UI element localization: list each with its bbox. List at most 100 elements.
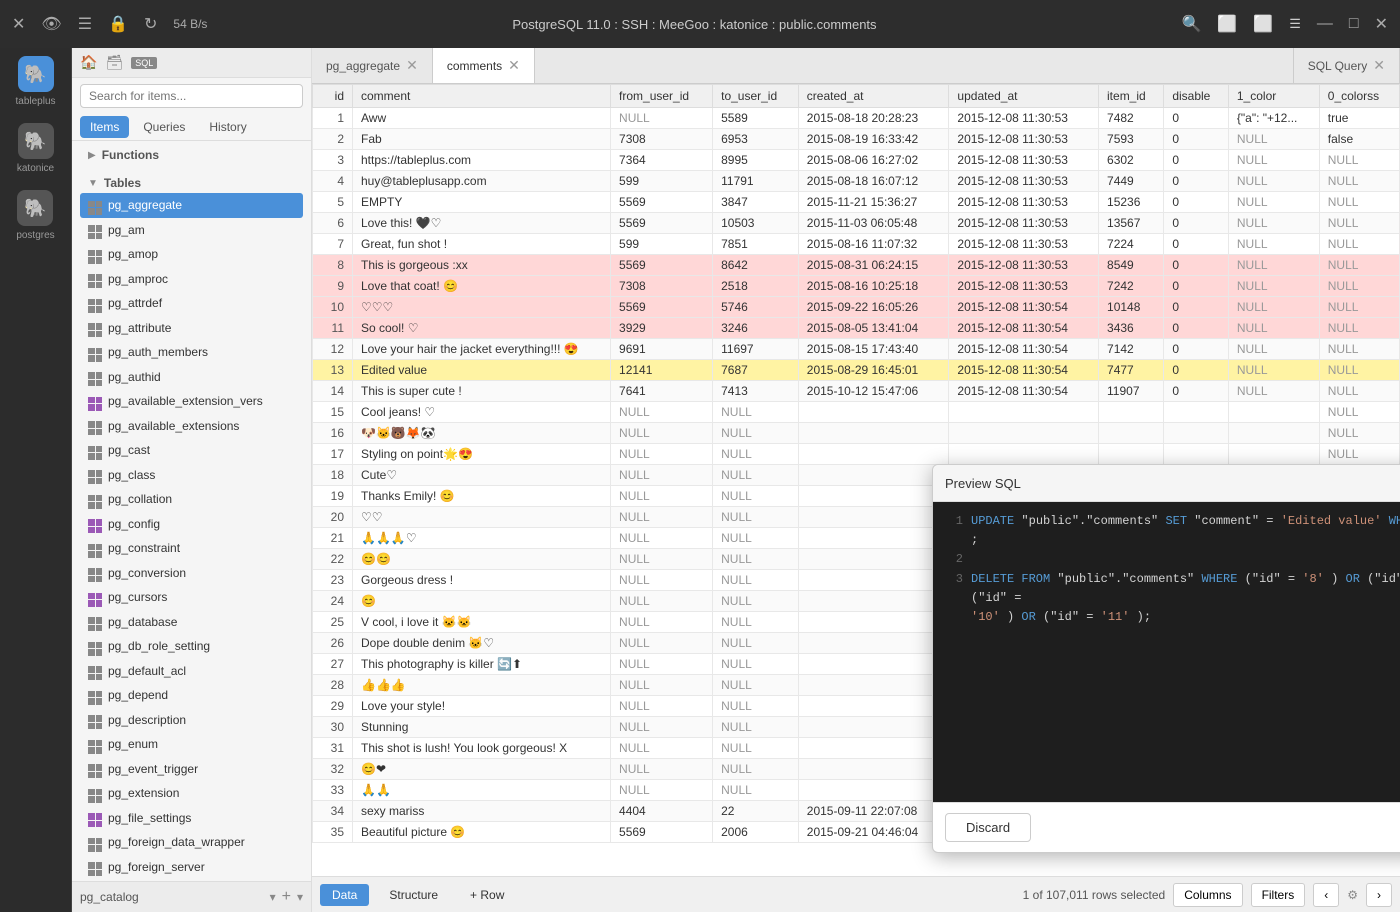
- table-cell[interactable]: 😊: [353, 591, 611, 612]
- table-cell[interactable]: [1228, 423, 1319, 444]
- table-cell[interactable]: NULL: [713, 444, 799, 465]
- home-icon[interactable]: 🏠: [80, 54, 97, 71]
- table-cell[interactable]: [798, 696, 949, 717]
- table-cell[interactable]: 0: [1164, 255, 1229, 276]
- tab-add-row[interactable]: + Row: [458, 884, 516, 906]
- table-cell[interactable]: [798, 675, 949, 696]
- table-cell[interactable]: 10503: [713, 213, 799, 234]
- table-cell[interactable]: NULL: [713, 633, 799, 654]
- table-cell[interactable]: [949, 444, 1099, 465]
- table-row[interactable]: 15Cool jeans! ♡NULLNULLNULL: [313, 402, 1400, 423]
- add-icon[interactable]: +: [282, 888, 291, 906]
- table-item-pg_conversion[interactable]: pg_conversion: [80, 561, 303, 586]
- table-cell[interactable]: NULL: [1228, 192, 1319, 213]
- table-cell[interactable]: [798, 549, 949, 570]
- discard-button[interactable]: Discard: [945, 813, 1031, 842]
- table-cell[interactable]: NULL: [1319, 150, 1399, 171]
- table-cell[interactable]: 24: [313, 591, 353, 612]
- table-cell[interactable]: 2015-08-16 11:07:32: [798, 234, 949, 255]
- table-cell[interactable]: 2: [313, 129, 353, 150]
- table-cell[interactable]: NULL: [1319, 318, 1399, 339]
- table-cell[interactable]: true: [1319, 108, 1399, 129]
- table-cell[interactable]: 2015-12-08 11:30:53: [949, 108, 1099, 129]
- table-cell[interactable]: [798, 486, 949, 507]
- table-cell[interactable]: [1099, 444, 1164, 465]
- table-cell[interactable]: 0: [1164, 171, 1229, 192]
- table-cell[interactable]: [798, 507, 949, 528]
- table-cell[interactable]: [798, 570, 949, 591]
- table-cell[interactable]: 7308: [611, 129, 713, 150]
- table-cell[interactable]: 5569: [611, 192, 713, 213]
- table-cell[interactable]: 2015-12-08 11:30:54: [949, 381, 1099, 402]
- tab-comments[interactable]: comments ✕: [433, 48, 535, 83]
- tab-structure[interactable]: Structure: [377, 884, 450, 906]
- table-cell[interactable]: Love your hair the jacket everything!!! …: [353, 339, 611, 360]
- table-cell[interactable]: NULL: [1228, 297, 1319, 318]
- table-item-pg_file_settings[interactable]: pg_file_settings: [80, 806, 303, 831]
- table-cell[interactable]: 25: [313, 612, 353, 633]
- table-cell[interactable]: 12: [313, 339, 353, 360]
- sql-editor[interactable]: 1 UPDATE "public"."comments" SET "commen…: [933, 502, 1400, 802]
- table-cell[interactable]: NULL: [611, 780, 713, 801]
- table-cell[interactable]: 8642: [713, 255, 799, 276]
- table-cell[interactable]: Gorgeous dress !: [353, 570, 611, 591]
- table-cell[interactable]: 35: [313, 822, 353, 843]
- table-item-pg_am[interactable]: pg_am: [80, 218, 303, 243]
- col-header-updated_at[interactable]: updated_at: [949, 85, 1099, 108]
- table-cell[interactable]: Fab: [353, 129, 611, 150]
- col-header-item_id[interactable]: item_id: [1099, 85, 1164, 108]
- table-cell[interactable]: 0: [1164, 129, 1229, 150]
- table-cell[interactable]: 7224: [1099, 234, 1164, 255]
- table-cell[interactable]: Beautiful picture 😊: [353, 822, 611, 843]
- table-item-pg_attribute[interactable]: pg_attribute: [80, 316, 303, 341]
- table-item-pg_extension[interactable]: pg_extension: [80, 781, 303, 806]
- table-cell[interactable]: 2015-08-18 20:28:23: [798, 108, 949, 129]
- table-row[interactable]: 4huy@tableplusapp.com599117912015-08-18 …: [313, 171, 1400, 192]
- table-row[interactable]: 14This is super cute !764174132015-10-12…: [313, 381, 1400, 402]
- table-cell[interactable]: NULL: [1228, 318, 1319, 339]
- table-cell[interactable]: 0: [1164, 192, 1229, 213]
- menu-label[interactable]: ☰: [1289, 16, 1301, 32]
- table-item-pg_available_extensions[interactable]: pg_available_extensions: [80, 414, 303, 439]
- table-cell[interactable]: NULL: [713, 465, 799, 486]
- table-cell[interactable]: [1099, 402, 1164, 423]
- col-header-created_at[interactable]: created_at: [798, 85, 949, 108]
- col-header-comment[interactable]: comment: [353, 85, 611, 108]
- table-cell[interactable]: Styling on point🌟😍: [353, 444, 611, 465]
- table-cell[interactable]: 28: [313, 675, 353, 696]
- nav-prev-button[interactable]: ‹: [1313, 883, 1339, 907]
- table-cell[interactable]: NULL: [1319, 255, 1399, 276]
- table-cell[interactable]: So cool! ♡: [353, 318, 611, 339]
- table-cell[interactable]: 27: [313, 654, 353, 675]
- table-cell[interactable]: NULL: [611, 465, 713, 486]
- table-cell[interactable]: 10148: [1099, 297, 1164, 318]
- table-item-pg_description[interactable]: pg_description: [80, 708, 303, 733]
- table-cell[interactable]: This shot is lush! You look gorgeous! X: [353, 738, 611, 759]
- table-cell[interactable]: NULL: [1319, 192, 1399, 213]
- table-cell[interactable]: 5569: [611, 822, 713, 843]
- table-item-pg_cast[interactable]: pg_cast: [80, 438, 303, 463]
- table-cell[interactable]: 7482: [1099, 108, 1164, 129]
- col-header-disable[interactable]: disable: [1164, 85, 1229, 108]
- tab-queries[interactable]: Queries: [133, 116, 195, 138]
- table-cell[interactable]: 0: [1164, 150, 1229, 171]
- table-row[interactable]: 5EMPTY556938472015-11-21 15:36:272015-12…: [313, 192, 1400, 213]
- close-tab-icon[interactable]: ✕: [508, 57, 520, 74]
- table-cell[interactable]: NULL: [1228, 213, 1319, 234]
- table-cell[interactable]: NULL: [713, 423, 799, 444]
- table-cell[interactable]: 7593: [1099, 129, 1164, 150]
- table-cell[interactable]: NULL: [713, 738, 799, 759]
- table-cell[interactable]: 7142: [1099, 339, 1164, 360]
- table-cell[interactable]: NULL: [1228, 339, 1319, 360]
- table-item-pg_default_acl[interactable]: pg_default_acl: [80, 659, 303, 684]
- table-cell[interactable]: Thanks Emily! 😊: [353, 486, 611, 507]
- table-cell[interactable]: 23: [313, 570, 353, 591]
- table-cell[interactable]: NULL: [713, 486, 799, 507]
- table-cell[interactable]: Cute♡: [353, 465, 611, 486]
- table-cell[interactable]: NULL: [611, 717, 713, 738]
- table-row[interactable]: 13Edited value1214176872015-08-29 16:45:…: [313, 360, 1400, 381]
- table-cell[interactable]: 13: [313, 360, 353, 381]
- table-cell[interactable]: [798, 591, 949, 612]
- table-cell[interactable]: NULL: [713, 612, 799, 633]
- table-cell[interactable]: [949, 423, 1099, 444]
